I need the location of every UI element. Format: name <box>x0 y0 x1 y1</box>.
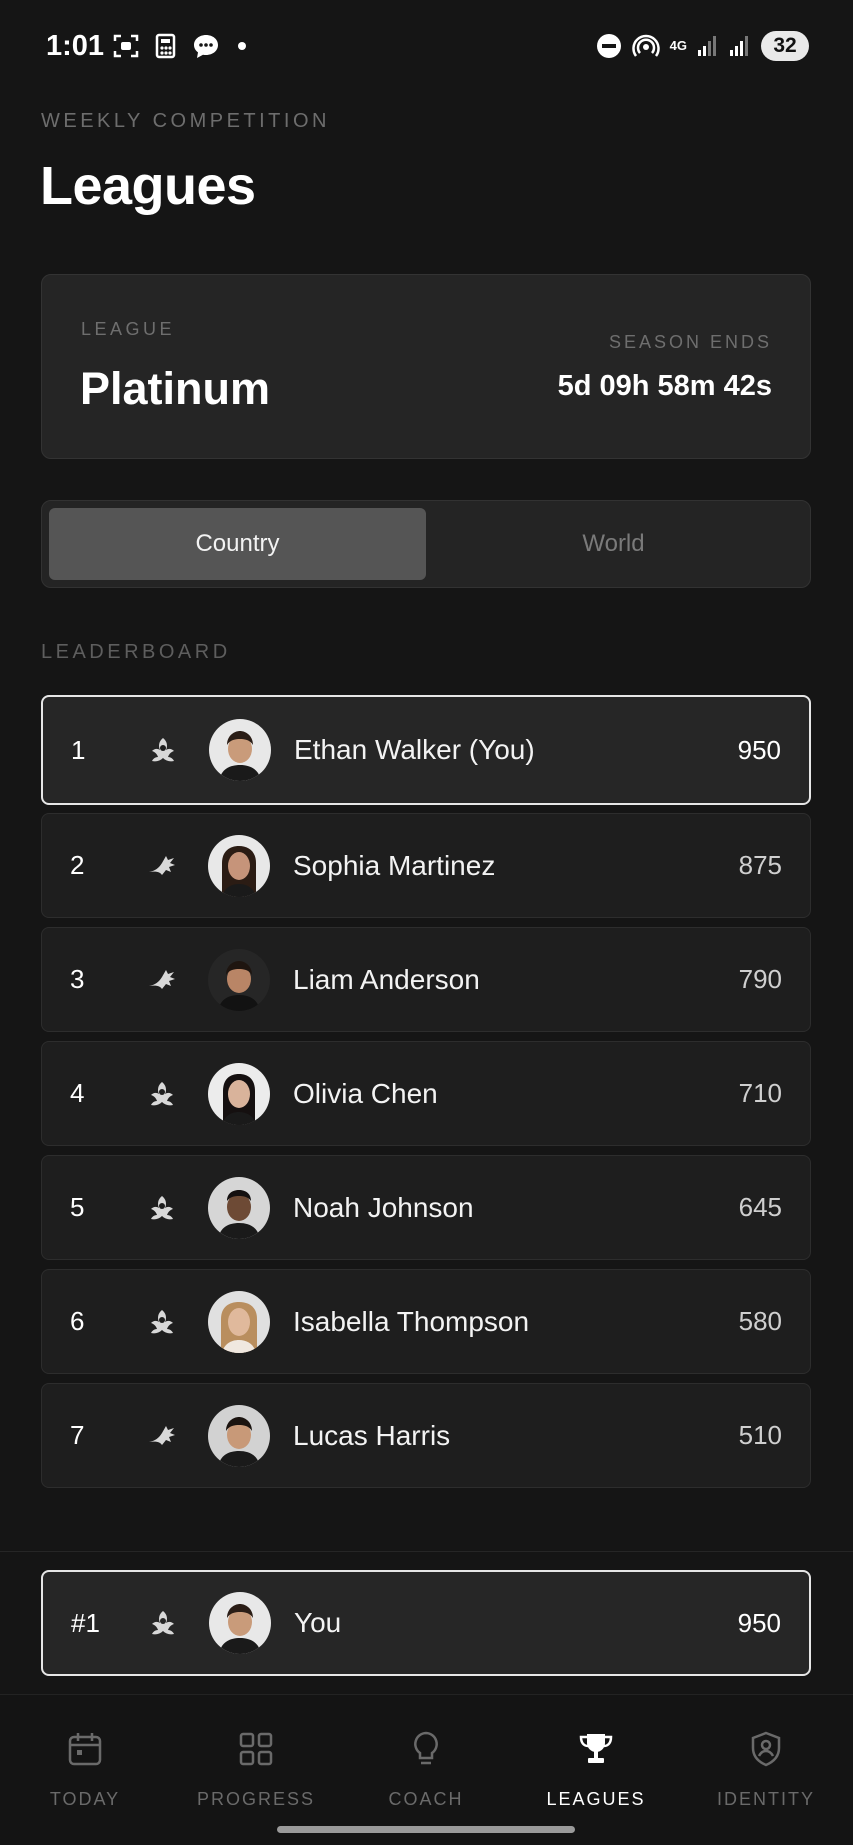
page-title: Leagues <box>40 156 256 216</box>
bottom-tab-bar: TODAY PROGRESS COACH LEAGUES IDENTITY <box>0 1694 853 1845</box>
tab-progress[interactable]: PROGRESS <box>171 1695 341 1825</box>
player-name: Sophia Martinez <box>293 849 496 881</box>
winged-emblem-icon <box>149 969 175 989</box>
player-name: Lucas Harris <box>293 1419 451 1451</box>
avatar <box>208 1062 270 1125</box>
calendar-icon <box>68 1733 102 1766</box>
laurel-emblem-icon <box>151 1309 173 1333</box>
row-rank: 3 <box>70 964 85 994</box>
hotspot-icon <box>631 34 660 57</box>
shield-user-icon <box>751 1731 781 1767</box>
league-name: Platinum <box>80 363 271 414</box>
leaderboard-row-3[interactable]: 3 Liam Anderson 790 <box>41 927 811 1032</box>
row-rank: 6 <box>70 1306 85 1336</box>
avatar <box>208 1176 270 1239</box>
player-score: 950 <box>737 734 781 765</box>
tab-label: TODAY <box>49 1789 121 1809</box>
lightbulb-icon <box>414 1731 438 1765</box>
leaderboard-label: LEADERBOARD <box>41 641 231 663</box>
leaderboard-row-2[interactable]: 2 Sophia Martinez 875 <box>41 813 811 918</box>
laurel-emblem-icon <box>152 1611 174 1635</box>
status-bar: 1:01 4G 32 <box>0 0 853 94</box>
winged-emblem-icon <box>149 855 175 875</box>
grid-icon <box>239 1732 273 1766</box>
avatar <box>208 1290 270 1353</box>
status-time: 1:01 <box>46 30 105 62</box>
avatar <box>208 834 270 897</box>
avatar <box>209 719 271 781</box>
player-score: 875 <box>738 850 782 880</box>
calculator-icon <box>155 33 176 59</box>
signal-icon <box>698 36 716 56</box>
leaderboard-row-6[interactable]: 6 Isabella Thompson 580 <box>41 1269 811 1374</box>
row-rank: 7 <box>70 1420 85 1450</box>
toggle-world[interactable]: World <box>425 508 802 580</box>
tab-label: LEAGUES <box>546 1789 646 1809</box>
toggle-country[interactable]: Country <box>49 508 426 580</box>
system-icons: 4G 32 <box>596 31 809 61</box>
tab-coach[interactable]: COACH <box>341 1695 511 1825</box>
trophy-icon <box>579 1734 613 1763</box>
my-score: 950 <box>737 1607 781 1638</box>
leaderboard-row-1[interactable]: 1 Ethan Walker (You) 950 <box>41 695 811 805</box>
leaderboard-row-4[interactable]: 4 Olivia Chen 710 <box>41 1041 811 1146</box>
row-rank: 2 <box>70 850 85 880</box>
battery-indicator: 32 <box>761 31 809 61</box>
tab-label: PROGRESS <box>196 1789 316 1809</box>
player-name: Ethan Walker (You) <box>294 734 535 765</box>
more-notifications-dot <box>238 42 246 50</box>
player-name: Liam Anderson <box>293 963 480 995</box>
my-rank: #1 <box>71 1607 100 1638</box>
laurel-emblem-icon <box>152 738 174 762</box>
page-eyebrow: WEEKLY COMPETITION <box>41 110 330 132</box>
row-rank: 1 <box>71 734 86 765</box>
laurel-emblem-icon <box>151 1081 173 1105</box>
player-score: 790 <box>738 964 782 994</box>
player-score: 710 <box>738 1078 782 1108</box>
my-name: You <box>294 1607 342 1638</box>
avatar <box>209 1592 271 1654</box>
notification-icons <box>112 33 246 59</box>
laurel-emblem-icon <box>151 1195 173 1219</box>
my-position-bar[interactable]: #1 You 950 <box>41 1570 811 1676</box>
leaderboard-row-7[interactable]: 7 Lucas Harris 510 <box>41 1383 811 1488</box>
player-name: Isabella Thompson <box>293 1305 530 1337</box>
home-indicator[interactable] <box>277 1826 575 1833</box>
winged-emblem-icon <box>149 1425 175 1445</box>
screenshot-icon <box>113 34 139 58</box>
player-score: 510 <box>738 1420 782 1450</box>
player-score: 580 <box>738 1306 782 1336</box>
signal-icon-2 <box>730 36 748 56</box>
season-countdown: 5d 09h 58m 42s <box>557 370 772 402</box>
do-not-disturb-icon <box>596 34 621 58</box>
league-label: LEAGUE <box>81 319 176 339</box>
tab-leagues[interactable]: LEAGUES <box>511 1695 681 1825</box>
row-rank: 5 <box>70 1192 85 1222</box>
tab-identity[interactable]: IDENTITY <box>681 1695 851 1825</box>
message-icon <box>194 35 218 58</box>
avatar <box>208 948 270 1011</box>
row-rank: 4 <box>70 1078 85 1108</box>
avatar <box>208 1404 270 1467</box>
tab-label: IDENTITY <box>716 1789 815 1809</box>
player-name: Noah Johnson <box>293 1191 474 1223</box>
league-card: LEAGUE Platinum SEASON ENDS 5d 09h 58m 4… <box>41 274 811 459</box>
season-ends-label: SEASON ENDS <box>608 332 772 352</box>
tab-today[interactable]: TODAY <box>0 1695 170 1825</box>
network-type: 4G <box>669 38 687 53</box>
leaderboard-row-5[interactable]: 5 Noah Johnson 645 <box>41 1155 811 1260</box>
player-score: 645 <box>738 1192 782 1222</box>
scope-toggle: Country World <box>41 500 811 588</box>
divider <box>0 1551 853 1552</box>
tab-label: COACH <box>388 1789 464 1809</box>
player-name: Olivia Chen <box>293 1077 438 1109</box>
